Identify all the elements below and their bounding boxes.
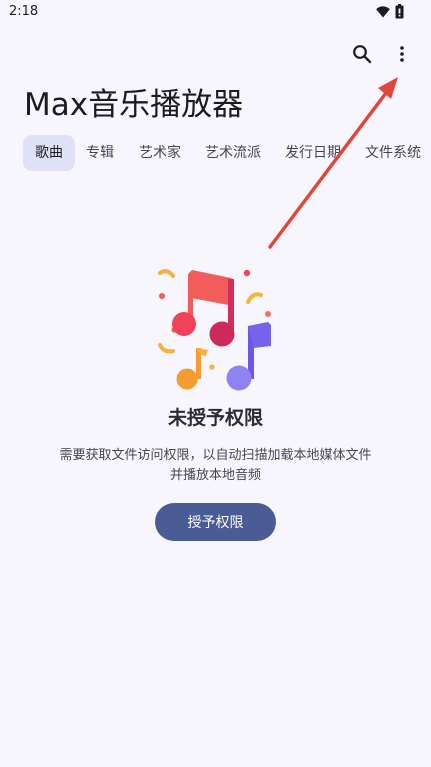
tab-albums[interactable]: 专辑 (86, 135, 114, 171)
app-title: Max音乐播放器 (24, 87, 244, 123)
tab-release-date[interactable]: 发行日期 (285, 135, 341, 171)
wifi-icon (376, 6, 390, 18)
status-bar: 2:18 (0, 0, 431, 24)
grant-permission-button[interactable]: 授予权限 (155, 503, 276, 541)
empty-state-title: 未授予权限 (167, 407, 263, 429)
more-vert-icon (400, 46, 404, 62)
battery-icon (395, 4, 404, 19)
more-options-button[interactable] (384, 36, 420, 72)
music-notes-illustration (158, 269, 271, 391)
status-time: 2:18 (9, 4, 39, 19)
empty-state-description: 需要获取文件访问权限，以自动扫描加载本地媒体文件并播放本地音频 (59, 448, 372, 483)
search-icon (353, 45, 372, 64)
tab-file-system[interactable]: 文件系统 (365, 135, 421, 171)
screen: 2:18 Max音乐播放器 歌曲 专辑 艺术家 艺术流派 发行日期 文件系统 未… (0, 0, 431, 767)
tab-genres[interactable]: 艺术流派 (205, 135, 261, 171)
search-button[interactable] (344, 36, 380, 72)
tab-artists[interactable]: 艺术家 (139, 135, 181, 171)
tab-songs[interactable]: 歌曲 (23, 135, 75, 171)
category-tabs: 歌曲 专辑 艺术家 艺术流派 发行日期 文件系统 (0, 135, 431, 171)
